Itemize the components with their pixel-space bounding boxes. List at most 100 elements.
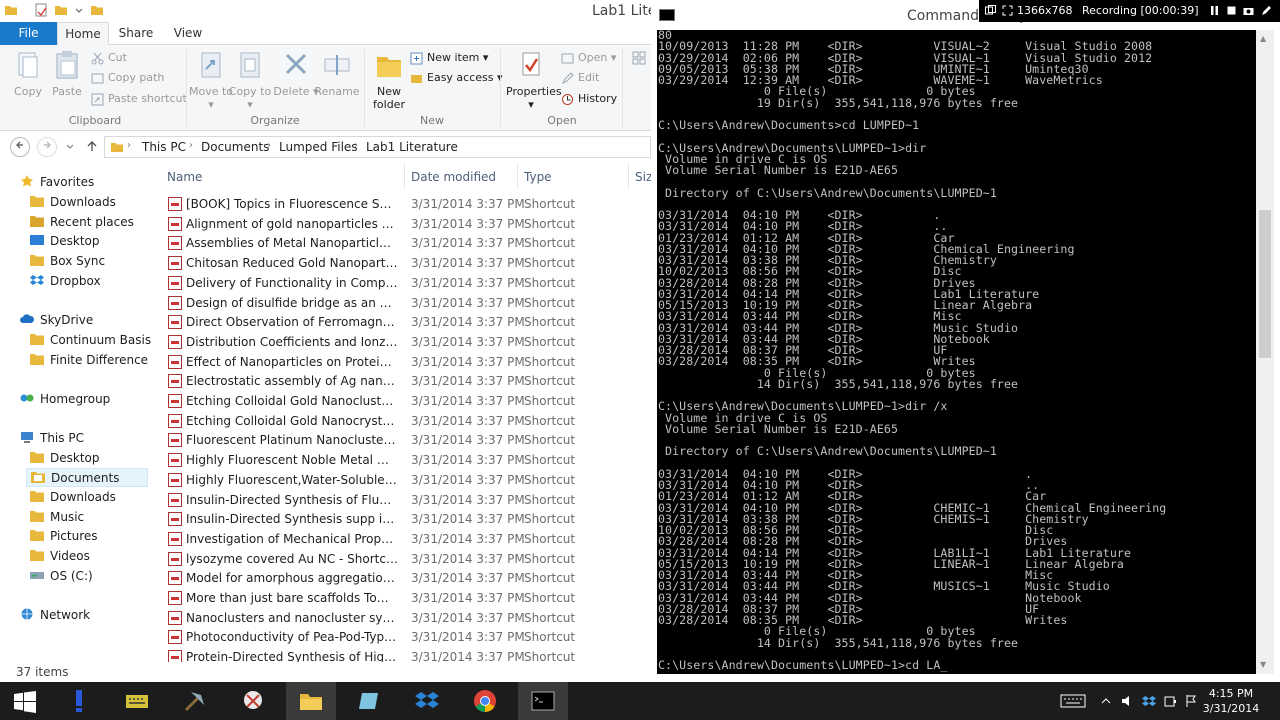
nav-network[interactable]: Network <box>20 606 90 625</box>
tab-file[interactable]: File <box>0 22 57 45</box>
window-size-icon[interactable] <box>985 5 996 16</box>
file-row[interactable]: Investigation of Mechanical Properties o… <box>152 529 651 549</box>
nav-pc-music[interactable]: Music <box>30 508 84 527</box>
nav-pc-desktop[interactable]: Desktop <box>30 449 100 468</box>
taskbar-app-chrome[interactable] <box>460 682 510 720</box>
cmd-icon[interactable] <box>659 9 675 21</box>
nav-desktop[interactable]: Desktop <box>30 232 100 251</box>
new-folder-button[interactable]: New folder <box>366 49 412 111</box>
address-box[interactable]: › This PC › Documents › Lumped Files › L… <box>104 136 651 158</box>
file-row[interactable]: Etching Colloidal Gold Nanocrystals with… <box>152 411 651 431</box>
tab-view[interactable]: View <box>165 22 211 45</box>
column-divider[interactable] <box>628 163 629 189</box>
camera-icon[interactable] <box>1243 5 1254 16</box>
nav-pc-downloads[interactable]: Downloads <box>30 488 116 507</box>
chevron-right-icon[interactable]: › <box>189 140 193 151</box>
chevron-down-icon[interactable] <box>72 3 86 17</box>
forward-button[interactable] <box>37 137 57 157</box>
file-row[interactable]: Assemblies of Metal Nanoparticles and S.… <box>152 233 651 253</box>
back-button[interactable] <box>10 137 30 157</box>
nav-favorites[interactable]: Favorites <box>20 173 94 192</box>
file-row[interactable]: Model for amorphous aggregation proce...… <box>152 568 651 588</box>
console-scrollbar[interactable]: ▲ ▼ <box>1256 30 1274 674</box>
paste-button[interactable]: Paste <box>44 49 90 98</box>
clock-time[interactable]: 4:15 PM <box>1201 687 1261 700</box>
touch-keyboard-icon[interactable] <box>1060 694 1086 708</box>
file-row[interactable]: Protein-Directed Synthesis of Highly Flu… <box>152 647 651 662</box>
file-row[interactable]: Etching Colloidal Gold Nanoclusters sup.… <box>152 391 651 411</box>
nav-recent-places[interactable]: Recent places <box>30 213 134 232</box>
chevron-up-icon[interactable] <box>1099 694 1113 708</box>
nav-box-sync[interactable]: Box Sync <box>30 252 105 271</box>
chevron-right-icon[interactable]: › <box>127 140 131 151</box>
taskbar-app-dropbox[interactable] <box>402 682 452 720</box>
file-row[interactable]: Insulin-Directed Synthesis of Fluorescen… <box>152 490 651 510</box>
pencil-icon[interactable] <box>1261 5 1272 16</box>
fullscreen-icon[interactable] <box>1002 5 1013 16</box>
taskbar-app-file-explorer[interactable] <box>286 682 336 720</box>
start-button[interactable] <box>0 682 50 720</box>
breadcrumb-lab1-literature[interactable]: Lab1 Literature <box>366 140 458 154</box>
file-row[interactable]: Design of disulfide bridge as an alterna… <box>152 293 651 313</box>
delete-button[interactable]: Delete ▾ <box>273 49 319 98</box>
file-row[interactable]: Insulin-Directed Synthesis supp info - S… <box>152 509 651 529</box>
nav-homegroup[interactable]: Homegroup <box>20 390 110 409</box>
file-row[interactable]: Direct Observation of Ferromagnetic Spi.… <box>152 312 651 332</box>
breadcrumb-documents[interactable]: Documents <box>201 140 269 154</box>
taskbar-app-snipping[interactable] <box>228 682 278 720</box>
copy-to-button[interactable]: Copy to ▾ <box>227 49 273 111</box>
clock-date[interactable]: 3/31/2014 <box>1201 702 1261 715</box>
new-folder-quick-icon[interactable] <box>54 3 68 17</box>
select-all-icon[interactable] <box>632 51 646 65</box>
dropbox-tray-icon[interactable] <box>1142 694 1156 708</box>
copy-path-button[interactable]: Copy path <box>91 69 164 87</box>
nav-pc-documents[interactable]: Documents <box>26 468 148 487</box>
open-button[interactable]: Open ▾ <box>561 49 616 67</box>
new-item-button[interactable]: New item ▾ <box>410 49 488 67</box>
scroll-up-arrow-icon[interactable]: ▲ <box>1260 34 1266 43</box>
paste-shortcut-button[interactable]: Paste shortcut <box>91 90 187 108</box>
file-row[interactable]: Delivery of Functionality in Complex Foo… <box>152 273 651 293</box>
chevron-right-icon[interactable]: › <box>267 140 271 151</box>
breadcrumb-this-pc[interactable]: This PC <box>142 140 186 154</box>
tab-home[interactable]: Home <box>57 22 109 46</box>
edit-button[interactable]: Edit <box>561 69 599 87</box>
pause-icon[interactable] <box>1209 5 1220 16</box>
column-divider[interactable] <box>404 163 405 189</box>
stop-icon[interactable] <box>1226 5 1237 16</box>
rename-button[interactable]: Rename <box>314 49 360 98</box>
flag-icon[interactable] <box>1184 694 1198 708</box>
column-header-size[interactable]: Siz <box>635 170 651 184</box>
nav-pc-pictures[interactable]: Pictures <box>30 527 98 546</box>
column-divider[interactable] <box>517 163 518 189</box>
file-row[interactable]: Chitosan Reduced Gold Nanoparticles as .… <box>152 253 651 273</box>
nav-finite-difference[interactable]: Finite Difference Ap <box>30 351 152 370</box>
taskbar-app-notes[interactable] <box>344 682 394 720</box>
chevron-down-icon[interactable] <box>65 143 75 151</box>
chevron-right-icon[interactable]: › <box>354 140 358 151</box>
file-row[interactable]: Highly Fluorescent Noble Metal Quantu...… <box>152 450 651 470</box>
properties-button[interactable]: Properties ▾ <box>506 49 562 111</box>
file-row[interactable]: More than just bare scaffolds Towards m.… <box>152 588 651 608</box>
taskbar-app-exclamation[interactable] <box>54 682 104 720</box>
taskbar-app-minecraft[interactable] <box>170 682 220 720</box>
nav-downloads[interactable]: Downloads <box>30 193 116 212</box>
column-header-date[interactable]: Date modified <box>411 170 496 184</box>
file-row[interactable]: Electrostatic assembly of Ag nanoparticl… <box>152 371 651 391</box>
file-row[interactable]: Highly Fluorescent,Water-Soluble, Size-T… <box>152 470 651 490</box>
nav-pc-os-drive[interactable]: OS (C:) <box>30 567 93 586</box>
easy-access-button[interactable]: Easy access ▾ <box>410 69 503 87</box>
file-row[interactable]: Nanoclusters and nanocluster systems. A.… <box>152 608 651 628</box>
nav-dropbox[interactable]: Dropbox <box>30 272 101 291</box>
file-row[interactable]: Distribution Coefficients and Ionzation … <box>152 332 651 352</box>
file-row[interactable]: Alignment of gold nanoparticles using in… <box>152 214 651 234</box>
file-row[interactable]: [BOOK] Topics in Fluorescence Spectrosc.… <box>152 194 651 214</box>
column-header-type[interactable]: Type <box>524 170 552 184</box>
power-icon[interactable] <box>1163 694 1177 708</box>
nav-pc-videos[interactable]: Videos <box>30 547 90 566</box>
taskbar-app-command-prompt[interactable] <box>518 682 568 720</box>
column-header-name[interactable]: Name <box>167 170 202 184</box>
breadcrumb-lumped-files[interactable]: Lumped Files <box>279 140 358 154</box>
cut-button[interactable]: Cut <box>91 49 127 67</box>
tab-share[interactable]: Share <box>113 22 159 45</box>
